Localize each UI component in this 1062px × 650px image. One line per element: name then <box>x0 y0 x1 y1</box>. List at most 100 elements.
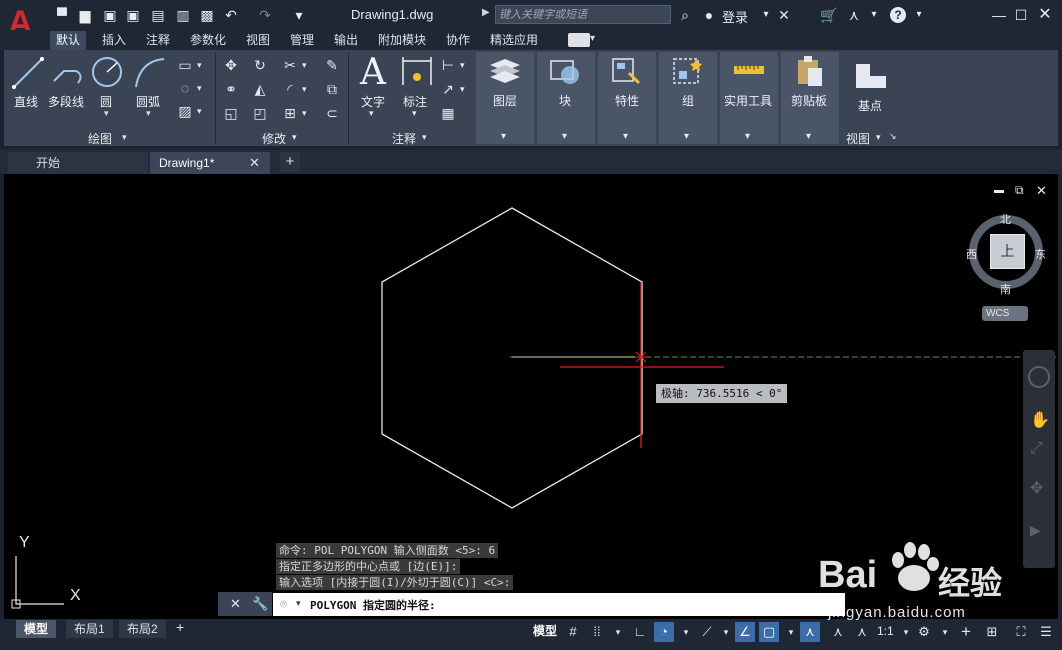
polyline-icon[interactable] <box>50 55 86 91</box>
tab-featured-apps[interactable]: 精选应用 <box>484 31 544 50</box>
compass-east[interactable]: 东 <box>1035 246 1046 262</box>
circle-dropdown-icon[interactable]: ▾ <box>104 108 109 119</box>
polar-dropdown-icon[interactable]: ▾ <box>676 622 696 642</box>
minimize-icon[interactable]: — <box>990 6 1008 24</box>
viewcube-top-face[interactable]: 上 <box>990 234 1025 269</box>
autodesk-a360-icon[interactable]: ⋏ <box>845 6 863 24</box>
isodraft-dropdown-icon[interactable]: ▾ <box>716 622 736 642</box>
leader-dropdown-icon[interactable]: ▾ <box>460 84 465 95</box>
customization-menu-icon[interactable]: ☰ <box>1036 622 1056 642</box>
scale-icon[interactable]: ◰ <box>250 103 270 123</box>
object-snap-tracking-icon[interactable]: ∠ <box>735 622 755 642</box>
open-web-icon[interactable]: ▤ <box>149 6 167 24</box>
hexagon-shape[interactable] <box>381 207 643 509</box>
tab-home[interactable]: 默认 <box>50 31 87 50</box>
move-icon[interactable]: ✥ <box>221 55 241 75</box>
new-icon[interactable]: ▀ <box>53 6 71 24</box>
annotation-panel-expand-icon[interactable]: ▾ <box>422 132 427 143</box>
model-tab[interactable]: 模型 <box>16 620 57 638</box>
viewport-close-icon[interactable]: ✕ <box>1036 183 1047 199</box>
redo-icon[interactable]: ↷ <box>256 6 274 24</box>
recent-commands-icon[interactable]: ⌾ <box>280 597 287 612</box>
share-icon[interactable]: ▥ <box>174 6 192 24</box>
rotate-icon[interactable]: ↻ <box>250 55 270 75</box>
save-as-icon[interactable]: ▣ <box>124 6 142 24</box>
a360-dropdown-icon[interactable]: ▾ <box>865 6 883 24</box>
model-space-toggle[interactable]: 模型 <box>530 620 560 642</box>
view-panel-title[interactable]: 视图 <box>846 130 870 147</box>
viewport-restore-icon[interactable]: ⧉ <box>1015 183 1024 198</box>
search-input[interactable]: 键入关键字或短语 <box>495 5 671 24</box>
clipboard-dropdown-icon[interactable]: ▾ <box>806 131 811 142</box>
object-snap-dropdown-icon[interactable]: ▾ <box>781 622 801 642</box>
copy-icon[interactable]: ⚭ <box>221 79 241 99</box>
layout2-tab[interactable]: 布局2 <box>119 620 166 638</box>
plot-icon[interactable]: ▩ <box>198 6 216 24</box>
dimension-icon[interactable] <box>400 55 434 89</box>
tab-addins[interactable]: 附加模块 <box>372 31 432 50</box>
maximize-icon[interactable]: ☐ <box>1012 6 1030 24</box>
cart-icon[interactable]: 🛒 <box>820 6 838 24</box>
trim-dropdown-icon[interactable]: ▾ <box>302 60 307 71</box>
layout1-tab[interactable]: 布局1 <box>66 620 113 638</box>
array-icon[interactable]: ⊞ <box>280 103 300 123</box>
modify-panel-expand-icon[interactable]: ▾ <box>292 132 297 143</box>
login-button[interactable]: 登录 <box>722 7 748 26</box>
object-snap-icon[interactable]: ▢ <box>759 622 779 642</box>
erase-icon[interactable]: ✎ <box>322 55 342 75</box>
tab-annotate[interactable]: 注释 <box>140 31 176 50</box>
login-dropdown-icon[interactable]: ▾ <box>757 6 775 24</box>
draw-panel-title[interactable]: 绘图 <box>88 130 112 147</box>
ellipse-icon[interactable]: ◌ <box>175 78 195 98</box>
tab-output[interactable]: 输出 <box>328 31 364 50</box>
text-icon[interactable]: A <box>360 52 386 93</box>
close-tab-icon[interactable]: ✕ <box>249 155 260 171</box>
help-dropdown-icon[interactable]: ▾ <box>910 6 928 24</box>
annotation-panel-title[interactable]: 注释 <box>392 130 416 147</box>
viewport-minimize-icon[interactable]: ▬ <box>994 185 1004 196</box>
explode-icon[interactable]: ⧉ <box>322 79 342 99</box>
linear-dropdown-icon[interactable]: ▾ <box>460 60 465 71</box>
text-dropdown-icon[interactable]: ▾ <box>369 108 374 119</box>
undo-icon[interactable]: ↶ <box>222 6 240 24</box>
isodraft-icon[interactable]: ⟋ <box>697 622 717 642</box>
hatch-dropdown-icon[interactable]: ▾ <box>197 106 202 117</box>
properties-dropdown-icon[interactable]: ▾ <box>623 131 628 142</box>
compass-west[interactable]: 西 <box>966 246 977 262</box>
table-icon[interactable]: ▦ <box>438 103 458 123</box>
hatch-icon[interactable]: ▨ <box>175 101 195 121</box>
base-point-icon[interactable] <box>854 62 888 90</box>
utilities-dropdown-icon[interactable]: ▾ <box>745 131 750 142</box>
line-icon[interactable] <box>10 55 46 91</box>
pan-icon[interactable]: ✋ <box>1030 410 1050 430</box>
compass-north[interactable]: 北 <box>1000 211 1011 227</box>
tab-parametric[interactable]: 参数化 <box>184 31 232 50</box>
block-dropdown-icon[interactable]: ▾ <box>562 131 567 142</box>
clean-screen-icon[interactable]: ⛶ <box>1011 622 1031 642</box>
save-icon[interactable]: ▣ <box>101 6 119 24</box>
compass-south[interactable]: 南 <box>1000 281 1011 297</box>
mirror-icon[interactable]: ◭ <box>250 79 270 99</box>
arc-dropdown-icon[interactable]: ▾ <box>146 108 151 119</box>
steering-wheel-icon[interactable] <box>1028 366 1050 388</box>
showmotion-icon[interactable]: ▶ <box>1030 522 1041 539</box>
circle-icon[interactable] <box>90 55 124 89</box>
search-expand-icon[interactable]: ▶ <box>482 7 490 18</box>
stretch-icon[interactable]: ◱ <box>221 103 241 123</box>
rectangle-icon[interactable]: ▭ <box>175 55 195 75</box>
leader-icon[interactable]: ↗ <box>438 79 458 99</box>
layers-dropdown-icon[interactable]: ▾ <box>501 131 506 142</box>
modify-panel-title[interactable]: 修改 <box>262 130 286 147</box>
fillet-dropdown-icon[interactable]: ▾ <box>302 84 307 95</box>
tab-insert[interactable]: 插入 <box>96 31 132 50</box>
exchange-icon[interactable]: ✕ <box>775 6 793 24</box>
snap-dropdown-icon[interactable]: ▾ <box>608 622 628 642</box>
array-dropdown-icon[interactable]: ▾ <box>302 108 307 119</box>
rectangle-dropdown-icon[interactable]: ▾ <box>197 60 202 71</box>
grid-icon[interactable]: # <box>563 622 583 642</box>
view-panel-expand-icon[interactable]: ▾ <box>876 132 881 143</box>
open-icon[interactable]: ▆ <box>76 6 94 24</box>
search-icon[interactable]: ⌕ <box>676 6 694 24</box>
new-layout-icon[interactable]: + <box>176 619 184 635</box>
fillet-icon[interactable]: ◜ <box>280 79 300 99</box>
